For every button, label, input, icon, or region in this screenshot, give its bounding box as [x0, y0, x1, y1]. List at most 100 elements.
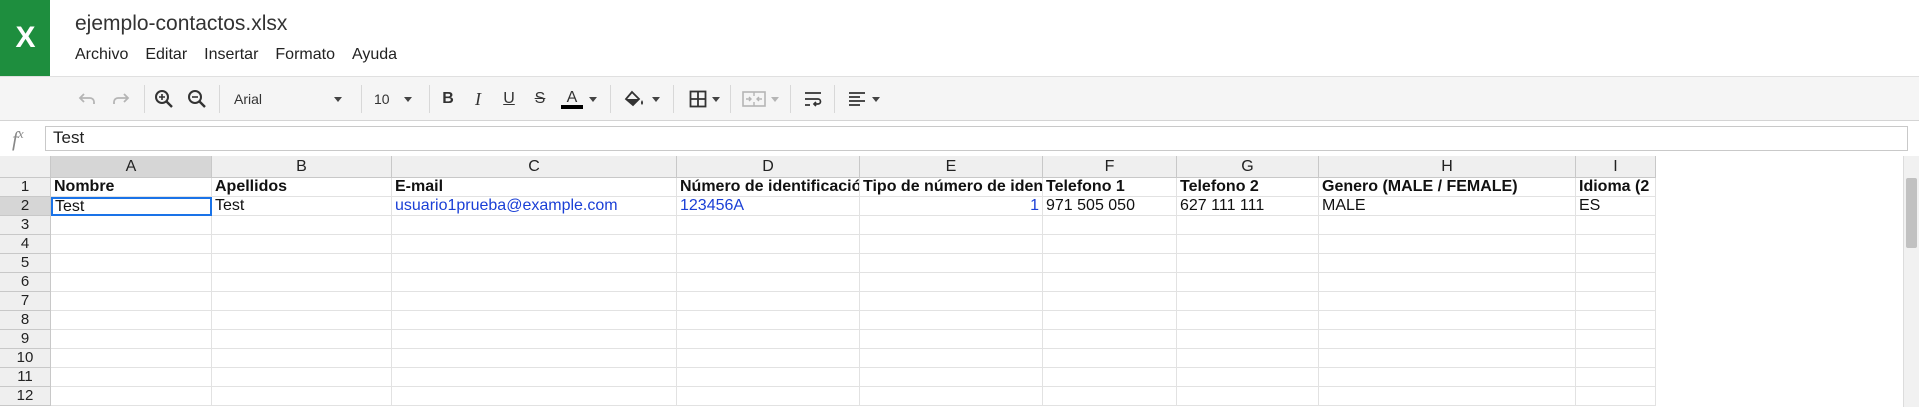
row-header-2[interactable]: 2: [0, 197, 51, 216]
cell-g12[interactable]: [1177, 387, 1319, 406]
font-size-select[interactable]: 10: [366, 85, 420, 113]
menu-formato[interactable]: Formato: [275, 46, 343, 64]
cell-d6[interactable]: [677, 273, 860, 292]
cell-i5[interactable]: [1576, 254, 1656, 273]
cell-f4[interactable]: [1043, 235, 1177, 254]
cell-a7[interactable]: [51, 292, 212, 311]
cell-a2[interactable]: Test: [51, 197, 212, 216]
vertical-scrollbar[interactable]: [1903, 156, 1919, 407]
cell-c6[interactable]: [392, 273, 677, 292]
cell-e7[interactable]: [860, 292, 1043, 311]
column-header-f[interactable]: F: [1043, 156, 1177, 178]
cell-e10[interactable]: [860, 349, 1043, 368]
row-header-8[interactable]: 8: [0, 311, 51, 330]
fill-color-icon[interactable]: [620, 85, 664, 113]
undo-icon[interactable]: [74, 85, 100, 113]
cell-d4[interactable]: [677, 235, 860, 254]
cell-i8[interactable]: [1576, 311, 1656, 330]
cell-e9[interactable]: [860, 330, 1043, 349]
cell-d8[interactable]: [677, 311, 860, 330]
cell-e5[interactable]: [860, 254, 1043, 273]
document-title[interactable]: ejemplo-contactos.xlsx: [75, 12, 287, 36]
cell-f10[interactable]: [1043, 349, 1177, 368]
cell-b10[interactable]: [212, 349, 392, 368]
row-header-3[interactable]: 3: [0, 216, 51, 235]
row-header-12[interactable]: 12: [0, 387, 51, 406]
cell-d2[interactable]: 123456A: [677, 197, 860, 216]
cell-g4[interactable]: [1177, 235, 1319, 254]
cell-a3[interactable]: [51, 216, 212, 235]
column-header-b[interactable]: B: [212, 156, 392, 178]
cell-i9[interactable]: [1576, 330, 1656, 349]
cell-i7[interactable]: [1576, 292, 1656, 311]
column-header-d[interactable]: D: [677, 156, 860, 178]
row-header-7[interactable]: 7: [0, 292, 51, 311]
cell-f7[interactable]: [1043, 292, 1177, 311]
strikethrough-icon[interactable]: S: [528, 85, 552, 113]
cell-h9[interactable]: [1319, 330, 1576, 349]
row-header-5[interactable]: 5: [0, 254, 51, 273]
cell-b1[interactable]: Apellidos: [212, 178, 392, 197]
cell-c8[interactable]: [392, 311, 677, 330]
row-header-10[interactable]: 10: [0, 349, 51, 368]
cell-h4[interactable]: [1319, 235, 1576, 254]
row-header-6[interactable]: 6: [0, 273, 51, 292]
cell-d5[interactable]: [677, 254, 860, 273]
cell-d1[interactable]: Número de identificación (D: [677, 178, 860, 197]
cell-h11[interactable]: [1319, 368, 1576, 387]
cell-a1[interactable]: Nombre: [51, 178, 212, 197]
cell-d12[interactable]: [677, 387, 860, 406]
cell-e2[interactable]: 1: [860, 197, 1043, 216]
column-header-i[interactable]: I: [1576, 156, 1656, 178]
cell-g10[interactable]: [1177, 349, 1319, 368]
cell-f11[interactable]: [1043, 368, 1177, 387]
row-header-9[interactable]: 9: [0, 330, 51, 349]
cell-c11[interactable]: [392, 368, 677, 387]
select-all-corner[interactable]: [0, 156, 51, 178]
cell-h10[interactable]: [1319, 349, 1576, 368]
cell-c12[interactable]: [392, 387, 677, 406]
cell-g11[interactable]: [1177, 368, 1319, 387]
cell-g2[interactable]: 627 111 111: [1177, 197, 1319, 216]
cell-i2[interactable]: ES: [1576, 197, 1656, 216]
cell-b6[interactable]: [212, 273, 392, 292]
cell-b11[interactable]: [212, 368, 392, 387]
cell-d9[interactable]: [677, 330, 860, 349]
menu-insertar[interactable]: Insertar: [204, 46, 266, 64]
cell-h3[interactable]: [1319, 216, 1576, 235]
cell-i11[interactable]: [1576, 368, 1656, 387]
cell-a9[interactable]: [51, 330, 212, 349]
cell-c2[interactable]: usuario1prueba@example.com: [392, 197, 677, 216]
row-header-4[interactable]: 4: [0, 235, 51, 254]
italic-icon[interactable]: I: [466, 85, 490, 113]
cell-e11[interactable]: [860, 368, 1043, 387]
cell-d3[interactable]: [677, 216, 860, 235]
cell-c1[interactable]: E-mail: [392, 178, 677, 197]
cell-b5[interactable]: [212, 254, 392, 273]
column-header-a[interactable]: A: [51, 156, 212, 178]
cell-h7[interactable]: [1319, 292, 1576, 311]
scrollbar-thumb[interactable]: [1906, 178, 1917, 248]
cell-b7[interactable]: [212, 292, 392, 311]
cell-c3[interactable]: [392, 216, 677, 235]
zoom-out-icon[interactable]: [183, 85, 211, 113]
cell-g9[interactable]: [1177, 330, 1319, 349]
cell-g7[interactable]: [1177, 292, 1319, 311]
cell-a12[interactable]: [51, 387, 212, 406]
cell-g3[interactable]: [1177, 216, 1319, 235]
redo-icon[interactable]: [108, 85, 134, 113]
cell-d7[interactable]: [677, 292, 860, 311]
cell-c5[interactable]: [392, 254, 677, 273]
cell-b8[interactable]: [212, 311, 392, 330]
cell-g8[interactable]: [1177, 311, 1319, 330]
cell-c4[interactable]: [392, 235, 677, 254]
cell-b9[interactable]: [212, 330, 392, 349]
cell-i4[interactable]: [1576, 235, 1656, 254]
cell-i6[interactable]: [1576, 273, 1656, 292]
cell-a8[interactable]: [51, 311, 212, 330]
cell-e1[interactable]: Tipo de número de identific: [860, 178, 1043, 197]
font-family-select[interactable]: Arial: [226, 85, 350, 113]
menu-archivo[interactable]: Archivo: [75, 46, 136, 64]
underline-icon[interactable]: U: [497, 85, 521, 113]
column-header-h[interactable]: H: [1319, 156, 1576, 178]
